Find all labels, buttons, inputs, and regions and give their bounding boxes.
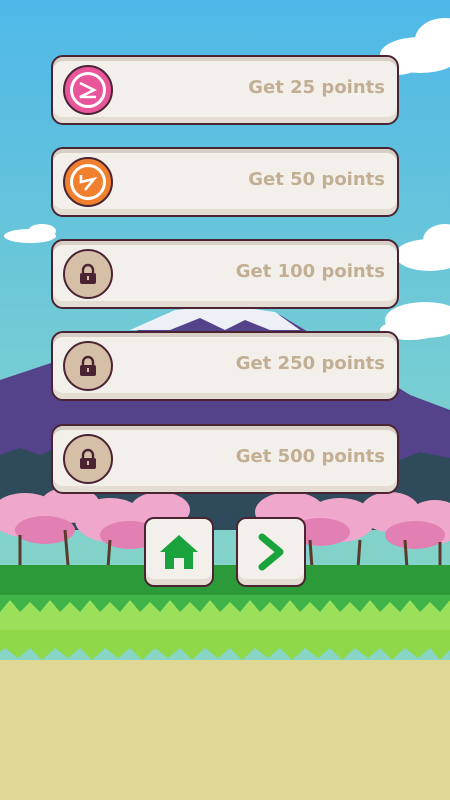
achievement-badge-locked xyxy=(63,249,113,299)
achievement-label: Get 250 points xyxy=(235,353,385,374)
achievement-label: Get 25 points xyxy=(248,77,385,98)
home-button[interactable] xyxy=(144,517,214,587)
achievement-card: Get 25 points xyxy=(51,55,399,125)
achievement-card: Get 50 points xyxy=(51,147,399,217)
achievement-card: Get 250 points xyxy=(51,331,399,401)
lock-icon xyxy=(80,448,96,469)
chevron-right-icon xyxy=(258,533,284,571)
achievement-badge-unlocked xyxy=(63,65,113,115)
lock-icon xyxy=(80,355,96,376)
home-icon xyxy=(160,535,198,569)
achievement-badge-unlocked xyxy=(63,157,113,207)
lock-icon xyxy=(80,263,96,284)
achievement-badge-locked xyxy=(63,341,113,391)
achievement-card: Get 500 points xyxy=(51,424,399,494)
zigzag-z-icon xyxy=(79,81,97,99)
achievement-label: Get 50 points xyxy=(248,169,385,190)
achievement-badge-locked xyxy=(63,434,113,484)
zigzag-s-icon xyxy=(79,175,98,191)
next-button[interactable] xyxy=(236,517,306,587)
achievement-label: Get 100 points xyxy=(235,261,385,282)
achievement-label: Get 500 points xyxy=(235,446,385,467)
achievement-card: Get 100 points xyxy=(51,239,399,309)
